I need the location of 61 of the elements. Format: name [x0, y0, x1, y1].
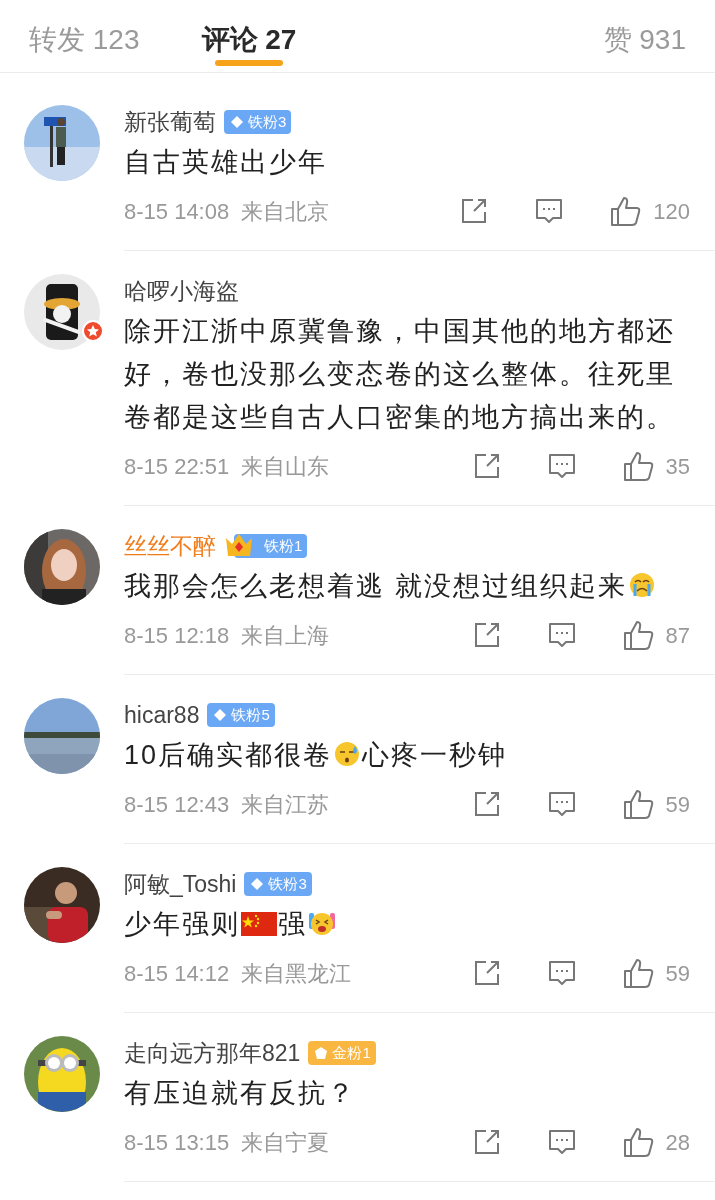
comment-text: 有压迫就有反抗？ — [124, 1077, 357, 1110]
thumbs-up-icon — [622, 957, 654, 989]
thumbs-up-icon — [622, 788, 654, 820]
like-button[interactable]: 59 — [622, 956, 690, 990]
share-icon[interactable] — [472, 452, 501, 480]
location: 来自黑龙江 — [241, 959, 352, 988]
share-icon[interactable] — [472, 621, 501, 649]
sweating-face-icon — [333, 740, 362, 768]
thumbs-up-icon — [622, 450, 654, 482]
timestamp: 8-15 12:43 — [124, 790, 230, 819]
diamond-icon — [212, 707, 229, 723]
timestamp: 8-15 14:12 — [124, 959, 230, 988]
tab[interactable]: 赞 931 — [603, 12, 686, 68]
fan-badge: 铁粉5 — [207, 703, 275, 727]
username[interactable]: 哈啰小海盗 — [124, 273, 239, 309]
share-icon[interactable] — [472, 1128, 501, 1156]
share-icon[interactable] — [472, 790, 501, 818]
timestamp: 8-15 13:15 — [124, 1128, 230, 1157]
tab[interactable]: 转发 123 — [29, 12, 140, 68]
comment-icon[interactable] — [547, 790, 576, 818]
like-button[interactable]: 59 — [622, 787, 690, 821]
location: 来自上海 — [241, 621, 330, 650]
comment-text: 少年强则 强 — [124, 903, 715, 946]
comment-icon[interactable] — [547, 452, 576, 480]
like-button[interactable]: 35 — [622, 449, 690, 483]
like-button[interactable]: 28 — [622, 1125, 690, 1159]
fan-badge: 金粉1 — [308, 1041, 376, 1065]
like-button[interactable]: 120 — [610, 194, 690, 228]
timestamp: 8-15 12:18 — [124, 621, 230, 650]
comment-icon[interactable] — [547, 621, 576, 649]
comment-icon[interactable] — [547, 1128, 576, 1156]
tab[interactable]: 评论 27 — [201, 12, 297, 68]
comment-text: 自古英雄出少年 — [124, 146, 328, 179]
username[interactable]: 新张葡萄 — [124, 104, 216, 140]
location: 来自北京 — [241, 197, 330, 226]
location: 来自山东 — [241, 452, 330, 481]
thumbs-up-icon — [622, 619, 654, 651]
comment-text: 我那会怎么老想着逃 就没想过组织起来 — [124, 565, 715, 608]
crying-face-icon — [627, 571, 656, 599]
diamond-icon — [249, 876, 266, 892]
username[interactable]: 阿敏_Toshi — [124, 866, 237, 902]
comment-text: 10后确实都很卷 心疼一秒钟 — [124, 739, 509, 772]
diamond-icon — [229, 114, 245, 130]
timestamp: 8-15 22:51 — [124, 452, 230, 481]
location: 来自宁夏 — [241, 1128, 330, 1157]
timestamp: 8-15 14:08 — [124, 197, 230, 226]
gem-icon — [313, 1045, 330, 1061]
thumbs-up-icon — [622, 1126, 654, 1158]
comment-icon[interactable] — [535, 197, 564, 225]
comment-text: 除开江浙中原冀鲁豫，中国其他的地方都还好，卷也没那么变态卷的这么整体。往死里卷都是这些自古人口密集的地方搞出来的。 — [124, 315, 676, 434]
like-button[interactable]: 87 — [622, 618, 690, 652]
share-icon[interactable] — [472, 959, 501, 987]
fan-badge: 铁粉3 — [224, 110, 292, 134]
thumbs-up-icon — [610, 195, 642, 227]
username[interactable]: 走向远方那年821 — [124, 1035, 301, 1071]
location: 来自江苏 — [241, 790, 330, 819]
fan-badge: 铁粉3 — [244, 872, 312, 896]
comment-icon[interactable] — [547, 959, 576, 987]
share-icon[interactable] — [460, 197, 489, 225]
username[interactable]: 丝丝不醉 — [124, 528, 216, 564]
username[interactable]: hicar88 — [124, 697, 200, 733]
